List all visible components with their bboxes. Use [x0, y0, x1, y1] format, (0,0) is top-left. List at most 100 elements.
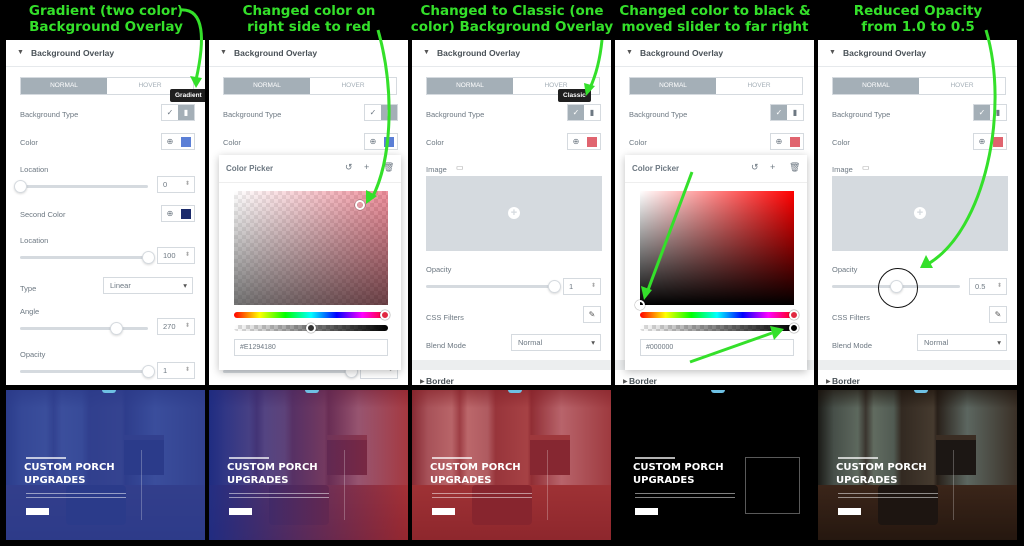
hue-handle[interactable] — [789, 310, 799, 320]
reset-icon[interactable]: ↺ — [751, 162, 759, 173]
section-header[interactable]: ▼ Background Overlay — [412, 40, 611, 67]
hex-input[interactable]: #E1294180 — [234, 339, 388, 356]
tab-normal[interactable]: NORMAL — [427, 78, 513, 94]
saturation-area[interactable] — [234, 191, 388, 305]
alpha-gradient — [640, 325, 794, 331]
saturation-handle[interactable] — [635, 300, 645, 310]
hero-kicker-text — [229, 457, 269, 459]
hero-book-button[interactable] — [432, 508, 455, 515]
hero-book-button[interactable] — [838, 508, 861, 515]
color-swatch-button[interactable] — [787, 134, 803, 149]
angle-slider[interactable] — [20, 322, 148, 335]
saturation-area[interactable] — [635, 191, 794, 310]
tab-hover[interactable]: HOVER — [716, 78, 802, 94]
color-swatch-button[interactable] — [381, 134, 397, 149]
alpha-handle[interactable] — [789, 323, 799, 333]
opacity-input[interactable]: 1 — [563, 278, 601, 295]
gradient-icon[interactable]: ▮ — [381, 105, 397, 120]
globe-icon[interactable]: ⊕ — [568, 134, 584, 149]
image-upload-area[interactable]: + — [832, 176, 1008, 251]
add-icon[interactable]: + — [770, 162, 775, 172]
blend-mode-select[interactable]: Normal — [917, 334, 1007, 351]
globe-icon[interactable]: ⊕ — [974, 134, 990, 149]
location-input[interactable]: 0 — [157, 176, 195, 193]
section-header[interactable]: ▼ Background Overlay — [615, 40, 814, 67]
location2-slider-thumb[interactable] — [142, 251, 155, 264]
image-upload-area[interactable]: + — [426, 176, 602, 251]
gradient-icon[interactable]: ▮ — [990, 105, 1006, 120]
edit-section-tab[interactable] — [102, 390, 116, 393]
opacity-slider[interactable] — [20, 365, 155, 378]
trash-icon[interactable]: 🗑 — [383, 162, 394, 173]
tab-normal[interactable]: NORMAL — [224, 78, 310, 94]
color-swatch-button[interactable] — [990, 134, 1006, 149]
blend-mode-select[interactable]: Normal — [511, 334, 601, 351]
globe-icon[interactable]: ⊕ — [162, 134, 178, 149]
classic-brush-icon[interactable]: ✓ — [974, 105, 990, 120]
hue-handle[interactable] — [379, 310, 390, 320]
opacity-slider-thumb[interactable] — [548, 280, 561, 293]
border-section-header[interactable]: Border — [832, 376, 860, 385]
opacity-input[interactable]: 1 — [157, 362, 195, 379]
edit-section-tab[interactable] — [305, 390, 319, 393]
globe-icon[interactable]: ⊕ — [365, 134, 381, 149]
tab-normal[interactable]: NORMAL — [833, 78, 919, 94]
alpha-handle[interactable] — [306, 323, 316, 333]
hero-book-button[interactable] — [229, 508, 252, 515]
hue-slider[interactable] — [234, 310, 390, 320]
tab-hover[interactable]: HOVER — [310, 78, 396, 94]
globe-icon[interactable]: ⊕ — [771, 134, 787, 149]
gradient-icon[interactable]: ▮ — [584, 105, 600, 120]
hero-book-button[interactable] — [26, 508, 49, 515]
edit-section-tab[interactable] — [508, 390, 522, 393]
hex-input[interactable]: #000000 — [640, 339, 794, 356]
classic-brush-icon[interactable]: ✓ — [771, 105, 787, 120]
section-header[interactable]: ▼ Background Overlay — [818, 40, 1017, 67]
color-swatch-button[interactable] — [178, 134, 194, 149]
tab-normal[interactable]: NORMAL — [21, 78, 107, 94]
background-type-label: Background Type — [223, 110, 282, 119]
css-filters-edit-button[interactable]: ✎ — [583, 306, 601, 323]
angle-input[interactable]: 270 — [157, 318, 195, 335]
edit-section-tab[interactable] — [711, 390, 725, 393]
trash-icon[interactable]: 🗑 — [789, 162, 800, 173]
opacity-input[interactable]: 0.5 — [969, 278, 1007, 295]
globe-icon[interactable]: ⊕ — [162, 206, 178, 221]
classic-brush-icon[interactable]: ✓ — [568, 105, 584, 120]
gradient-icon[interactable]: ▮ — [178, 105, 194, 120]
alpha-slider[interactable] — [234, 323, 388, 333]
alpha-slider[interactable] — [640, 323, 799, 333]
angle-slider-thumb[interactable] — [110, 322, 123, 335]
reset-icon[interactable]: ↺ — [345, 162, 353, 173]
website-hero-preview-4: CUSTOM PORCH UPGRADES — [615, 390, 814, 540]
add-icon[interactable]: + — [364, 162, 369, 172]
tab-normal[interactable]: NORMAL — [630, 78, 716, 94]
section-header[interactable]: ▼ Background Overlay — [209, 40, 408, 67]
border-section-header[interactable]: Border — [629, 376, 657, 385]
gradient-icon[interactable]: ▮ — [787, 105, 803, 120]
website-hero-preview-5: CUSTOM PORCH UPGRADES — [818, 390, 1017, 540]
hero-book-button[interactable] — [635, 508, 658, 515]
classic-brush-icon[interactable]: ✓ — [365, 105, 381, 120]
classic-brush-icon[interactable]: ✓ — [162, 105, 178, 120]
border-section-header[interactable]: Border — [426, 376, 454, 385]
opacity-slider[interactable] — [426, 280, 561, 293]
hue-slider[interactable] — [640, 310, 799, 320]
opacity-slider[interactable] — [223, 365, 358, 378]
opacity-slider-thumb[interactable] — [142, 365, 155, 378]
location2-input[interactable]: 100 — [157, 247, 195, 264]
color-swatch-button[interactable] — [584, 134, 600, 149]
tab-hover[interactable]: HOVER — [919, 78, 1005, 94]
state-tabs: NORMAL HOVER — [629, 77, 803, 95]
section-header[interactable]: ▼ Background Overlay — [6, 40, 205, 67]
second-color-swatch-button[interactable] — [178, 206, 194, 221]
css-filters-edit-button[interactable]: ✎ — [989, 306, 1007, 323]
state-tabs: NORMAL HOVER — [223, 77, 397, 95]
edit-section-tab[interactable] — [914, 390, 928, 393]
location2-slider[interactable] — [20, 251, 155, 264]
gradient-type-select[interactable]: Linear — [103, 277, 193, 294]
saturation-handle[interactable] — [355, 199, 366, 210]
location-slider-thumb[interactable] — [14, 180, 27, 193]
location-slider[interactable] — [14, 180, 148, 193]
color-control: ⊕ — [770, 133, 804, 150]
